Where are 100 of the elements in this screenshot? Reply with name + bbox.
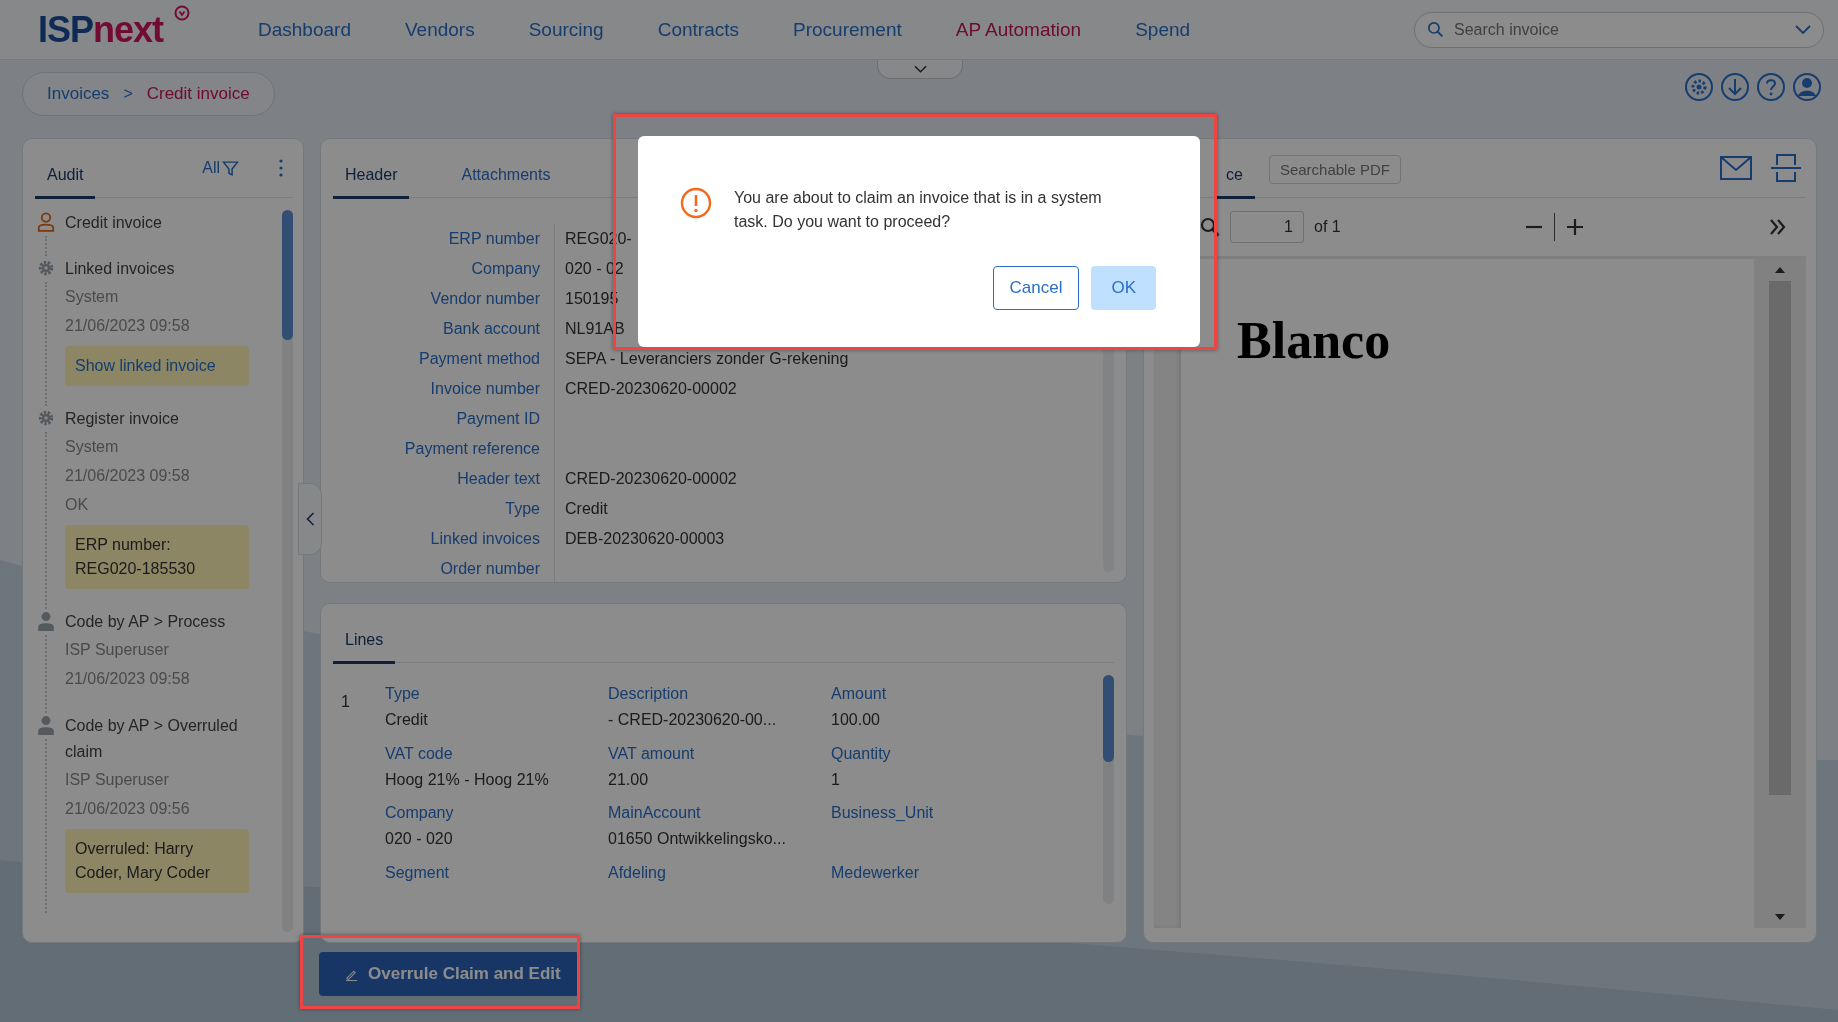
field-label: Payment ID xyxy=(333,404,555,434)
warning-icon xyxy=(680,187,712,219)
document-text: Blanco xyxy=(1237,311,1392,370)
field-label: VAT code xyxy=(385,743,454,764)
panel-tab[interactable]: Header xyxy=(333,145,410,199)
dialog-message: You are about to claim an invoice that is in a system task. Do you want to proceed? xyxy=(734,188,1103,232)
field-label: ERP number xyxy=(333,224,555,254)
audit-title: Linked invoices xyxy=(65,259,176,279)
field-label: Description xyxy=(608,684,690,704)
zoom-in-icon[interactable] xyxy=(1564,217,1585,237)
nav-item[interactable]: Vendors xyxy=(404,18,475,41)
field-value: - CRED-20230620-00... xyxy=(608,711,777,728)
audit-detail: System xyxy=(65,287,120,307)
audit-title: Code by AP > Process xyxy=(65,612,227,632)
nav-item[interactable]: Spend xyxy=(1135,18,1191,41)
page-count: of 1 xyxy=(1314,218,1341,236)
field-value: Credit xyxy=(565,500,608,517)
field-value: Hoog 21% - Hoog 21% xyxy=(385,770,549,788)
panel-tab[interactable]: Attachments xyxy=(449,145,563,199)
field-label: Payment reference xyxy=(333,434,555,464)
search-field[interactable]: Search invoice xyxy=(1414,11,1824,48)
field-value: 1 xyxy=(831,770,840,788)
audit-detail: ISP Superuser xyxy=(65,770,170,790)
audit-title: Credit invoice xyxy=(65,213,163,233)
field-value: Credit xyxy=(385,711,428,728)
field-label: Order number xyxy=(333,554,555,582)
gear-icon xyxy=(37,258,55,278)
field-value: 21.00 xyxy=(608,770,649,788)
field-value: SEPA - Leveranciers zonder G-rekening xyxy=(565,350,849,367)
nav-item[interactable]: Procurement xyxy=(793,18,902,41)
more-icon[interactable] xyxy=(279,158,283,178)
field-label: Invoice number xyxy=(333,374,555,404)
field-label: Amount xyxy=(831,684,888,704)
download-icon[interactable] xyxy=(1720,72,1750,102)
search-input[interactable]: Search invoice xyxy=(1452,19,1787,40)
audit-detail: 21/06/2023 09:58 xyxy=(65,669,191,689)
field-label: Afdeling xyxy=(608,862,667,883)
chevron-down-icon xyxy=(913,65,927,73)
overrule-button[interactable]: Overrule Claim and Edit xyxy=(319,952,579,996)
field-label: Type xyxy=(385,684,421,704)
field-label: Vendor number xyxy=(333,284,555,314)
field-label: Medewerker xyxy=(831,862,921,883)
cancel-button[interactable]: Cancel xyxy=(992,266,1080,310)
field-label: Linked invoices xyxy=(333,524,555,554)
mail-icon[interactable] xyxy=(1720,153,1752,183)
gear-icon xyxy=(37,408,55,428)
nav-item[interactable]: Dashboard xyxy=(258,18,351,41)
field-value: CRED-20230620-00002 xyxy=(565,380,737,397)
panel-tab[interactable]: ce xyxy=(1214,145,1255,199)
filter-button[interactable]: All xyxy=(202,159,239,177)
field-label: MainAccount xyxy=(608,803,702,823)
panel-tab[interactable]: Lines xyxy=(333,610,396,664)
audit-tab[interactable]: Audit xyxy=(35,145,96,199)
field-label: Quantity xyxy=(831,743,892,764)
line-number: 1 xyxy=(340,692,351,712)
field-label: Payment method xyxy=(333,344,555,374)
scrollbar[interactable] xyxy=(1103,675,1114,904)
note-card: ERP number: REG020-185530 xyxy=(65,525,249,589)
field-label: Company xyxy=(333,254,555,284)
field-value: 020 - 020 xyxy=(385,830,453,847)
double-chevron-icon[interactable] xyxy=(1768,217,1788,237)
scrollbar[interactable] xyxy=(1754,259,1806,928)
audit-detail: 21/06/2023 09:56 xyxy=(65,799,191,819)
show-linked-link[interactable]: Show linked invoice xyxy=(75,357,216,374)
person-icon xyxy=(37,715,55,735)
page-field[interactable]: 1 xyxy=(1230,211,1304,243)
nav-item[interactable]: Contracts xyxy=(657,18,739,41)
audit-detail: OK xyxy=(65,495,90,515)
field-label: Company xyxy=(385,803,455,823)
logo[interactable]: ISPnext xyxy=(38,8,214,51)
field-label: Header text xyxy=(333,464,555,494)
nav-item[interactable]: AP Automation xyxy=(955,18,1082,41)
field-value: DEB-20230620-00003 xyxy=(565,530,725,547)
field-label: Type xyxy=(333,494,555,524)
note-card: Overruled: Harry Coder, Mary Coder xyxy=(65,829,249,893)
field-label: Segment xyxy=(385,862,451,883)
user-icon[interactable] xyxy=(1792,72,1822,102)
chevron-down-icon[interactable] xyxy=(1795,24,1811,35)
print-icon[interactable] xyxy=(1770,153,1802,183)
audit-detail: 21/06/2023 09:58 xyxy=(65,466,191,486)
help-icon[interactable] xyxy=(1756,72,1786,102)
scrollbar[interactable] xyxy=(282,210,293,932)
breadcrumb-link[interactable]: Credit invoice xyxy=(146,84,250,104)
field-label: VAT amount xyxy=(608,743,696,764)
scroll-up-icon[interactable] xyxy=(1775,267,1785,273)
scroll-down-icon[interactable] xyxy=(1775,914,1785,920)
audit-title: Register invoice xyxy=(65,409,180,429)
audit-detail: 21/06/2023 09:58 xyxy=(65,316,191,336)
collapse-handle[interactable] xyxy=(298,483,322,555)
ok-button[interactable]: OK xyxy=(1091,266,1156,310)
user-icon xyxy=(37,212,55,232)
search-icon xyxy=(1427,21,1444,38)
audit-title: Code by AP > Overruled claim xyxy=(65,716,239,762)
settings-icon[interactable] xyxy=(1684,72,1714,102)
nav-item[interactable]: Sourcing xyxy=(528,18,604,41)
person-icon xyxy=(37,611,55,631)
panel-tab[interactable]: Searchable PDF xyxy=(1268,154,1401,184)
breadcrumb-link[interactable]: Invoices xyxy=(47,84,110,104)
field-value: 01650 Ontwikkelingsko... xyxy=(608,830,786,847)
audit-detail: System xyxy=(65,437,120,457)
